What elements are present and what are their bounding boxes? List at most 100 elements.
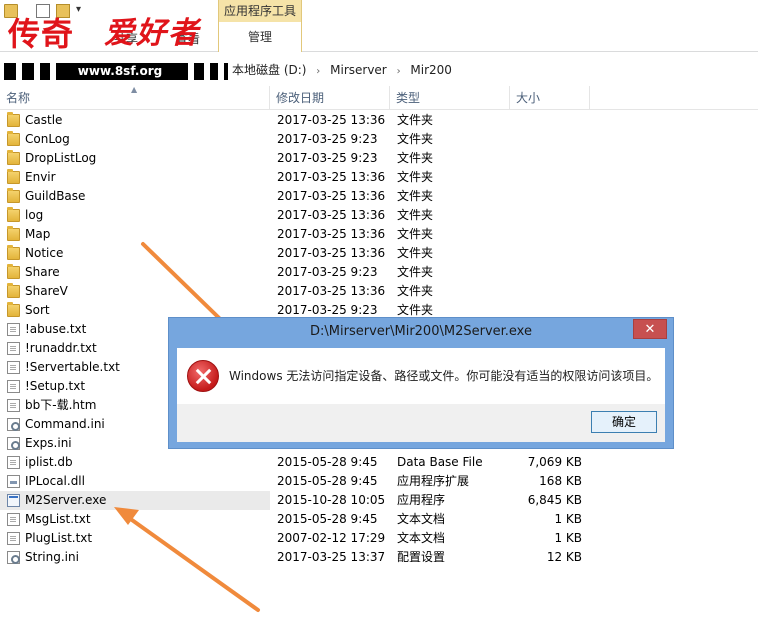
txt-file-icon bbox=[7, 361, 20, 374]
breadcrumb-separator[interactable]: › bbox=[316, 66, 320, 77]
dialog-title: D:\Mirserver\Mir200\M2Server.exe bbox=[310, 324, 532, 339]
file-date: 2015-05-28 9:45 bbox=[277, 474, 378, 488]
ini-file-icon bbox=[7, 418, 20, 431]
file-name: Map bbox=[25, 227, 51, 241]
file-row[interactable]: DropListLog 2017-03-25 9:23 文件夹 bbox=[0, 149, 600, 168]
file-type: 文本文档 bbox=[397, 531, 446, 545]
file-row[interactable]: Map 2017-03-25 13:36 文件夹 bbox=[0, 225, 600, 244]
file-date: 2017-03-25 13:36 bbox=[277, 246, 386, 260]
file-name: String.ini bbox=[25, 550, 79, 564]
file-name: M2Server.exe bbox=[25, 493, 107, 507]
txt-file-icon bbox=[7, 513, 20, 526]
file-date: 2017-03-25 13:36 bbox=[277, 189, 386, 203]
file-date: 2015-05-28 9:45 bbox=[277, 512, 378, 526]
watermark-stripe bbox=[34, 63, 40, 80]
file-size: 1 KB bbox=[554, 531, 582, 545]
file-date: 2017-03-25 13:36 bbox=[277, 227, 386, 241]
file-size: 12 KB bbox=[546, 550, 582, 564]
txt-file-icon bbox=[7, 399, 20, 412]
file-row[interactable]: String.ini 2017-03-25 13:37 配置设置 12 KB bbox=[0, 548, 600, 567]
file-date: 2017-03-25 9:23 bbox=[277, 265, 378, 279]
txt-file-icon bbox=[7, 456, 20, 469]
watermark-bar: www.8sf.org bbox=[4, 63, 228, 80]
file-row[interactable]: GuildBase 2017-03-25 13:36 文件夹 bbox=[0, 187, 600, 206]
file-type: 文件夹 bbox=[397, 132, 434, 146]
txt-file-icon bbox=[7, 323, 20, 336]
qat-dropdown-icon[interactable]: ▾ bbox=[76, 4, 81, 15]
ok-button[interactable]: 确定 bbox=[591, 411, 657, 433]
file-size: 7,069 KB bbox=[527, 455, 582, 469]
dll-file-icon bbox=[7, 475, 20, 488]
file-type: 文件夹 bbox=[397, 284, 434, 298]
context-tab-group-label: 应用程序工具 bbox=[223, 4, 296, 18]
breadcrumb-mirserver[interactable]: Mirserver bbox=[330, 63, 387, 77]
close-button[interactable]: ✕ bbox=[633, 319, 667, 339]
file-row[interactable]: ShareV 2017-03-25 13:36 文件夹 bbox=[0, 282, 600, 301]
watermark-stripe bbox=[218, 63, 224, 80]
file-row[interactable]: Envir 2017-03-25 13:36 文件夹 bbox=[0, 168, 600, 187]
file-date: 2017-03-25 13:36 bbox=[277, 284, 386, 298]
file-row[interactable]: ConLog 2017-03-25 9:23 文件夹 bbox=[0, 130, 600, 149]
txt-file-icon bbox=[7, 380, 20, 393]
file-name: iplist.db bbox=[25, 455, 73, 469]
file-name: !abuse.txt bbox=[25, 322, 87, 336]
file-type: 应用程序扩展 bbox=[397, 474, 470, 488]
breadcrumb-drive[interactable]: 本地磁盘 (D:) bbox=[232, 63, 306, 77]
file-name: Share bbox=[25, 265, 60, 279]
file-name: Command.ini bbox=[25, 417, 105, 431]
error-dialog: D:\Mirserver\Mir200\M2Server.exe ✕ Windo… bbox=[168, 317, 674, 449]
file-name: Exps.ini bbox=[25, 436, 72, 450]
file-name: !runaddr.txt bbox=[25, 341, 97, 355]
file-row[interactable]: PlugList.txt 2007-02-12 17:29 文本文档 1 KB bbox=[0, 529, 600, 548]
file-date: 2017-03-25 13:36 bbox=[277, 113, 386, 127]
column-size[interactable]: 大小 bbox=[510, 86, 590, 110]
file-row[interactable]: MsgList.txt 2015-05-28 9:45 文本文档 1 KB bbox=[0, 510, 600, 529]
watermark-subtitle: 爱好者 bbox=[104, 16, 200, 51]
breadcrumb-mir200[interactable]: Mir200 bbox=[410, 63, 452, 77]
file-date: 2015-05-28 9:45 bbox=[277, 455, 378, 469]
folder-icon bbox=[7, 150, 20, 165]
breadcrumb-separator[interactable]: › bbox=[397, 66, 401, 77]
file-row[interactable]: log 2017-03-25 13:36 文件夹 bbox=[0, 206, 600, 225]
file-row[interactable]: Share 2017-03-25 9:23 文件夹 bbox=[0, 263, 600, 282]
file-name: ShareV bbox=[25, 284, 68, 298]
file-date: 2017-03-25 9:23 bbox=[277, 132, 378, 146]
column-type[interactable]: 类型 bbox=[390, 86, 510, 110]
file-size: 6,845 KB bbox=[527, 493, 582, 507]
file-size: 168 KB bbox=[539, 474, 582, 488]
file-row[interactable]: M2Server.exe 2015-10-28 10:05 应用程序 6,845 KB bbox=[0, 491, 582, 510]
file-name: Envir bbox=[25, 170, 56, 184]
folder-icon bbox=[7, 302, 20, 317]
folder-icon bbox=[7, 131, 20, 146]
sort-ascending-icon: ▲ bbox=[131, 85, 138, 94]
file-date: 2017-03-25 13:36 bbox=[277, 208, 386, 222]
file-type: 文件夹 bbox=[397, 265, 434, 279]
file-date: 2017-03-25 9:23 bbox=[277, 151, 378, 165]
context-tab-group: 应用程序工具 bbox=[218, 0, 302, 22]
file-type: Data Base File bbox=[397, 455, 483, 469]
file-type: 文件夹 bbox=[397, 208, 434, 222]
watermark-stripe bbox=[188, 63, 194, 80]
ini-file-icon bbox=[7, 437, 20, 450]
folder-icon bbox=[7, 169, 20, 184]
watermark-title: 传奇 bbox=[8, 15, 75, 53]
file-type: 文件夹 bbox=[397, 151, 434, 165]
file-type: 文本文档 bbox=[397, 512, 446, 526]
dialog-footer: 确定 bbox=[177, 404, 665, 442]
file-row[interactable]: iplist.db 2015-05-28 9:45 Data Base File 7,… bbox=[0, 453, 600, 472]
watermark-url: www.8sf.org bbox=[66, 63, 174, 80]
folder-icon bbox=[7, 112, 20, 127]
file-type: 文件夹 bbox=[397, 227, 434, 241]
watermark-stripe bbox=[50, 63, 56, 80]
tab-manage[interactable]: 管理 bbox=[218, 22, 302, 52]
file-row[interactable]: IPLocal.dll 2015-05-28 9:45 应用程序扩展 168 KB bbox=[0, 472, 600, 491]
watermark-stripe bbox=[204, 63, 210, 80]
column-date[interactable]: 修改日期 bbox=[270, 86, 390, 110]
file-type: 文件夹 bbox=[397, 189, 434, 203]
file-row[interactable]: Castle 2017-03-25 13:36 文件夹 bbox=[0, 111, 600, 130]
dialog-content: Windows 无法访问指定设备、路径或文件。你可能没有适当的权限访问该项目。 bbox=[177, 348, 665, 404]
file-type: 文件夹 bbox=[397, 113, 434, 127]
folder-icon bbox=[7, 264, 20, 279]
file-name: PlugList.txt bbox=[25, 531, 93, 545]
file-row[interactable]: Notice 2017-03-25 13:36 文件夹 bbox=[0, 244, 600, 263]
